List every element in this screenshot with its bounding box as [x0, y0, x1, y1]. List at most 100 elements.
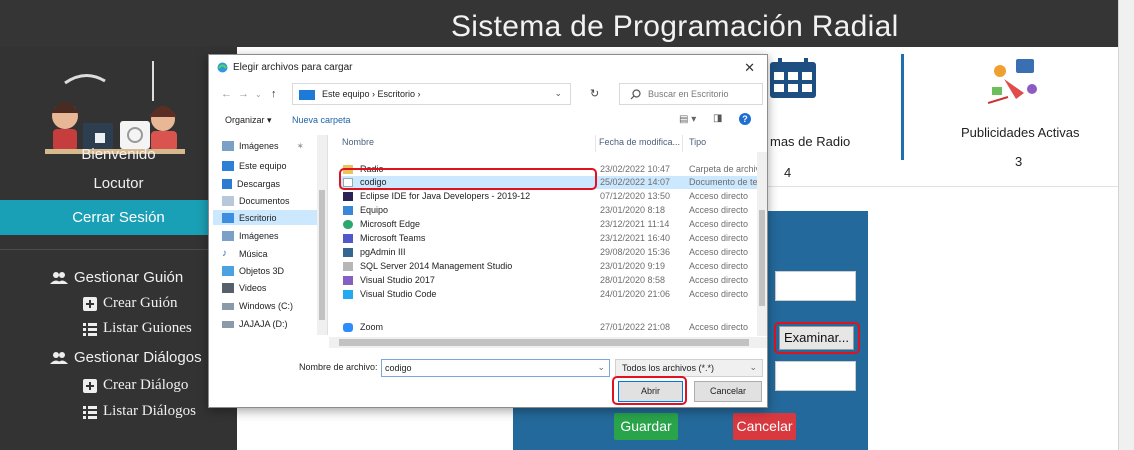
- nav-item-downloads[interactable]: Descargas: [222, 177, 280, 191]
- file-row[interactable]: Visual Studio Code 24/01/2020 21:06 Acceso…: [339, 288, 759, 301]
- nav-item-label: Documentos: [239, 196, 290, 206]
- file-list-scrollbar[interactable]: [757, 152, 767, 336]
- file-row[interactable]: SQL Server 2014 Management Studio 23/01/2…: [339, 260, 759, 273]
- nav-item-this-pc[interactable]: Este equipo: [222, 159, 287, 173]
- sidebar-item-list-dialogs[interactable]: Listar Diálogos: [83, 403, 196, 420]
- users-icon: [50, 271, 68, 284]
- dialog-title: Elegir archivos para cargar: [233, 62, 353, 73]
- column-divider: [682, 135, 683, 152]
- nav-item-images-quick[interactable]: Imágenes ✶: [222, 139, 304, 153]
- refresh-icon[interactable]: ↻: [590, 87, 599, 100]
- videos-icon: [222, 283, 234, 293]
- history-chevron-icon[interactable]: ⌄: [255, 90, 262, 99]
- file-row[interactable]: Eclipse IDE for Java Developers - 2019-1…: [339, 190, 759, 203]
- nav-item-3d-objects[interactable]: Objetos 3D: [222, 264, 284, 278]
- nav-item-drive-c[interactable]: Windows (C:): [222, 299, 293, 313]
- page-scrollbar[interactable]: [1118, 0, 1134, 450]
- nav-item-videos[interactable]: Videos: [222, 281, 266, 295]
- drive-icon: [222, 302, 234, 310]
- sql-server-icon: [343, 262, 353, 271]
- nav-item-drive-d[interactable]: JAJAJA (D:): [222, 317, 288, 331]
- sidebar-item-list-scripts[interactable]: Listar Guiones: [83, 320, 192, 337]
- filename-input[interactable]: codigo ⌄: [381, 359, 610, 377]
- music-icon: ♪: [222, 248, 227, 259]
- file-row[interactable]: Microsoft Teams 23/12/2021 16:40 Acceso di…: [339, 232, 759, 245]
- file-type-filter[interactable]: Todos los archivos (*.*) ⌄: [615, 359, 763, 377]
- form-input-field[interactable]: [775, 361, 856, 391]
- form-input-field[interactable]: [775, 271, 856, 301]
- new-folder-button[interactable]: Nueva carpeta: [292, 115, 351, 125]
- preview-pane-icon[interactable]: ◨: [713, 113, 722, 124]
- sidebar-item-create-dialog[interactable]: Crear Diálogo: [83, 377, 188, 394]
- cancel-button[interactable]: Cancelar: [733, 413, 796, 440]
- file-name: pgAdmin III: [360, 247, 406, 257]
- address-bar[interactable]: Este equipo › Escritorio › ⌄: [292, 83, 571, 105]
- nav-item-images[interactable]: Imágenes: [222, 229, 279, 243]
- filter-chevron-icon[interactable]: ⌄: [749, 362, 757, 373]
- forward-icon[interactable]: →: [238, 88, 249, 100]
- save-button[interactable]: Guardar: [614, 413, 678, 440]
- file-row[interactable]: Visual Studio 2017 28/01/2020 8:58 Acceso …: [339, 274, 759, 287]
- nav-item-label: Escritorio: [239, 213, 277, 223]
- nav-item-label: Descargas: [237, 179, 281, 189]
- sidebar-item-label: Listar Guiones: [103, 320, 192, 336]
- help-icon[interactable]: ?: [739, 113, 751, 125]
- breadcrumb: Este equipo › Escritorio ›: [322, 89, 421, 99]
- nav-item-label: Objetos 3D: [239, 266, 285, 276]
- address-row: ← → ⌄ ↑ Este equipo › Escritorio › ⌄ ↻ B…: [209, 81, 767, 107]
- file-list-scroll-thumb[interactable]: [759, 210, 765, 306]
- close-icon[interactable]: ✕: [744, 60, 755, 76]
- file-row[interactable]: Equipo 23/01/2020 8:18 Acceso directo: [339, 204, 759, 217]
- search-input[interactable]: Buscar en Escritorio: [619, 83, 763, 105]
- view-options-icon[interactable]: ▤ ▾: [679, 114, 696, 125]
- filename-chevron-icon[interactable]: ⌄: [597, 362, 605, 373]
- vscode-icon: [343, 290, 353, 299]
- nav-item-desktop[interactable]: Escritorio: [222, 211, 277, 225]
- file-type: Acceso directo: [689, 247, 749, 257]
- back-icon[interactable]: ←: [221, 88, 232, 100]
- teams-icon: [343, 234, 353, 243]
- desktop-icon: [222, 213, 234, 223]
- pc-icon: [299, 90, 315, 100]
- file-open-dialog: Elegir archivos para cargar ✕ ← → ⌄ ↑ Es…: [208, 54, 768, 408]
- logout-button[interactable]: Cerrar Sesión: [0, 200, 237, 235]
- file-type: Acceso directo: [689, 289, 749, 299]
- organize-menu[interactable]: Organizar ▾: [225, 115, 272, 126]
- nav-item-documents[interactable]: Documentos: [222, 194, 290, 208]
- user-role: Locutor: [93, 175, 144, 192]
- file-name: Visual Studio 2017: [360, 275, 435, 285]
- file-date: 24/01/2020 21:06: [600, 289, 671, 299]
- eclipse-icon: [343, 192, 353, 201]
- file-type: Acceso directo: [689, 219, 749, 229]
- column-name[interactable]: Nombre: [342, 137, 374, 147]
- hscroll-thumb[interactable]: [339, 339, 749, 346]
- file-date: 23/01/2020 9:19: [600, 261, 666, 271]
- up-icon[interactable]: ↑: [271, 88, 277, 100]
- sidebar-item-manage-dialogs[interactable]: Gestionar Diálogos: [50, 349, 202, 366]
- dialog-cancel-button[interactable]: Cancelar: [694, 381, 762, 402]
- pin-icon[interactable]: ✶: [297, 141, 305, 152]
- nav-scrollbar[interactable]: [317, 135, 327, 335]
- nav-scroll-thumb[interactable]: [319, 190, 325, 320]
- file-row[interactable]: Microsoft Edge 23/12/2021 11:14 Acceso dir…: [339, 218, 759, 231]
- advertising-icon: [988, 59, 1037, 104]
- file-date: 27/01/2022 21:08: [600, 322, 671, 332]
- column-date[interactable]: Fecha de modifica...: [599, 137, 680, 147]
- sidebar: Bienvenido Locutor Cerrar Sesión Gestion…: [0, 47, 237, 450]
- file-list-hscrollbar[interactable]: [329, 337, 767, 348]
- objects-3d-icon: [222, 266, 234, 276]
- edge-icon: [343, 220, 353, 229]
- file-type: Acceso directo: [689, 275, 749, 285]
- nav-item-label: Videos: [239, 283, 267, 293]
- file-row[interactable]: pgAdmin III 29/08/2020 15:36 Acceso direct…: [339, 246, 759, 259]
- open-highlight: [612, 376, 687, 405]
- nav-item-music[interactable]: ♪ Música: [222, 247, 268, 261]
- sidebar-item-manage-script[interactable]: Gestionar Guión: [50, 269, 183, 286]
- sidebar-item-create-script[interactable]: Crear Guión: [83, 295, 178, 312]
- search-icon: [630, 89, 641, 100]
- file-row[interactable]: Zoom 27/01/2022 21:08 Acceso directo: [339, 321, 759, 334]
- nav-item-label: Imágenes: [239, 141, 279, 151]
- file-type: Acceso directo: [689, 261, 749, 271]
- column-type[interactable]: Tipo: [689, 137, 706, 147]
- address-chevron-icon[interactable]: ⌄: [554, 88, 562, 99]
